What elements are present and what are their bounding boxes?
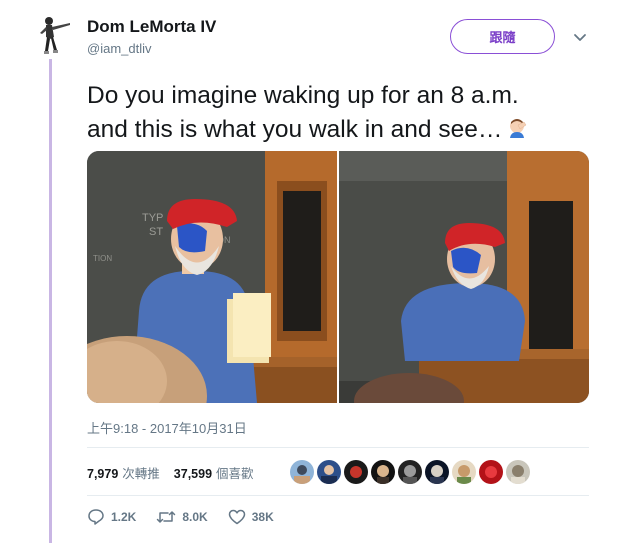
photo-left[interactable]: TYP ST ON TION (87, 151, 337, 403)
retweet-icon (157, 511, 176, 523)
tweet-line-2-text: and this is what you walk in and see… (87, 116, 503, 143)
like-label: 個喜歡 (216, 466, 254, 481)
liker-avatar[interactable] (344, 460, 368, 484)
facepalm-emoji-icon (510, 119, 527, 138)
like-stat[interactable]: 37,599 個喜歡 (174, 463, 254, 482)
tweet-line-1: Do you imagine waking up for an 8 a.m. (87, 82, 519, 109)
liker-avatar[interactable] (290, 460, 314, 484)
svg-text:ST: ST (149, 226, 163, 238)
follow-button[interactable]: 跟隨 (450, 19, 555, 54)
liker-avatar[interactable] (398, 460, 422, 484)
liker-avatar[interactable] (425, 460, 449, 484)
liker-avatar[interactable] (506, 460, 530, 484)
divider (87, 447, 589, 448)
reply-button[interactable]: 1.2K (87, 508, 136, 526)
tweet-line-2: and this is what you walk in and see… (87, 113, 607, 147)
liker-avatar[interactable] (452, 460, 476, 484)
svg-text:TYP: TYP (142, 212, 163, 224)
engagement-stats: 7,979 次轉推 37,599 個喜歡 (87, 460, 268, 484)
like-count: 37,599 (173, 466, 213, 481)
tweet-actions: 1.2K 8.0K 38K (87, 508, 294, 526)
liker-avatar[interactable] (371, 460, 395, 484)
retweet-stat[interactable]: 7,979 次轉推 (87, 463, 160, 482)
heart-icon (228, 509, 245, 525)
author-name[interactable]: Dom LeMorta IV (87, 17, 216, 37)
retweet-count: 7,979 (87, 466, 119, 481)
photo-right[interactable] (339, 151, 589, 403)
liker-avatar[interactable] (317, 460, 341, 484)
retweet-action-count: 8.0K (182, 510, 208, 524)
like-action-count: 38K (251, 510, 274, 524)
liker-avatar[interactable] (479, 460, 503, 484)
tweet-text: Do you imagine waking up for an 8 a.m. a… (87, 79, 607, 147)
media-gallery[interactable]: TYP ST ON TION (87, 151, 589, 403)
chevron-down-icon[interactable] (572, 29, 588, 45)
tweet-timestamp[interactable]: 上午9:18 - 2017年10月31日 (87, 418, 247, 437)
reply-count: 1.2K (111, 510, 137, 524)
liker-avatars (290, 460, 530, 484)
thread-line (49, 58, 52, 543)
retweet-label: 次轉推 (122, 466, 160, 481)
svg-text:TION: TION (93, 254, 112, 263)
reply-icon (88, 509, 104, 525)
retweet-button[interactable]: 8.0K (156, 508, 208, 526)
like-button[interactable]: 38K (228, 508, 274, 526)
author-handle[interactable]: @iam_dtliv (87, 41, 152, 56)
divider (87, 495, 589, 496)
avatar[interactable] (36, 13, 76, 59)
